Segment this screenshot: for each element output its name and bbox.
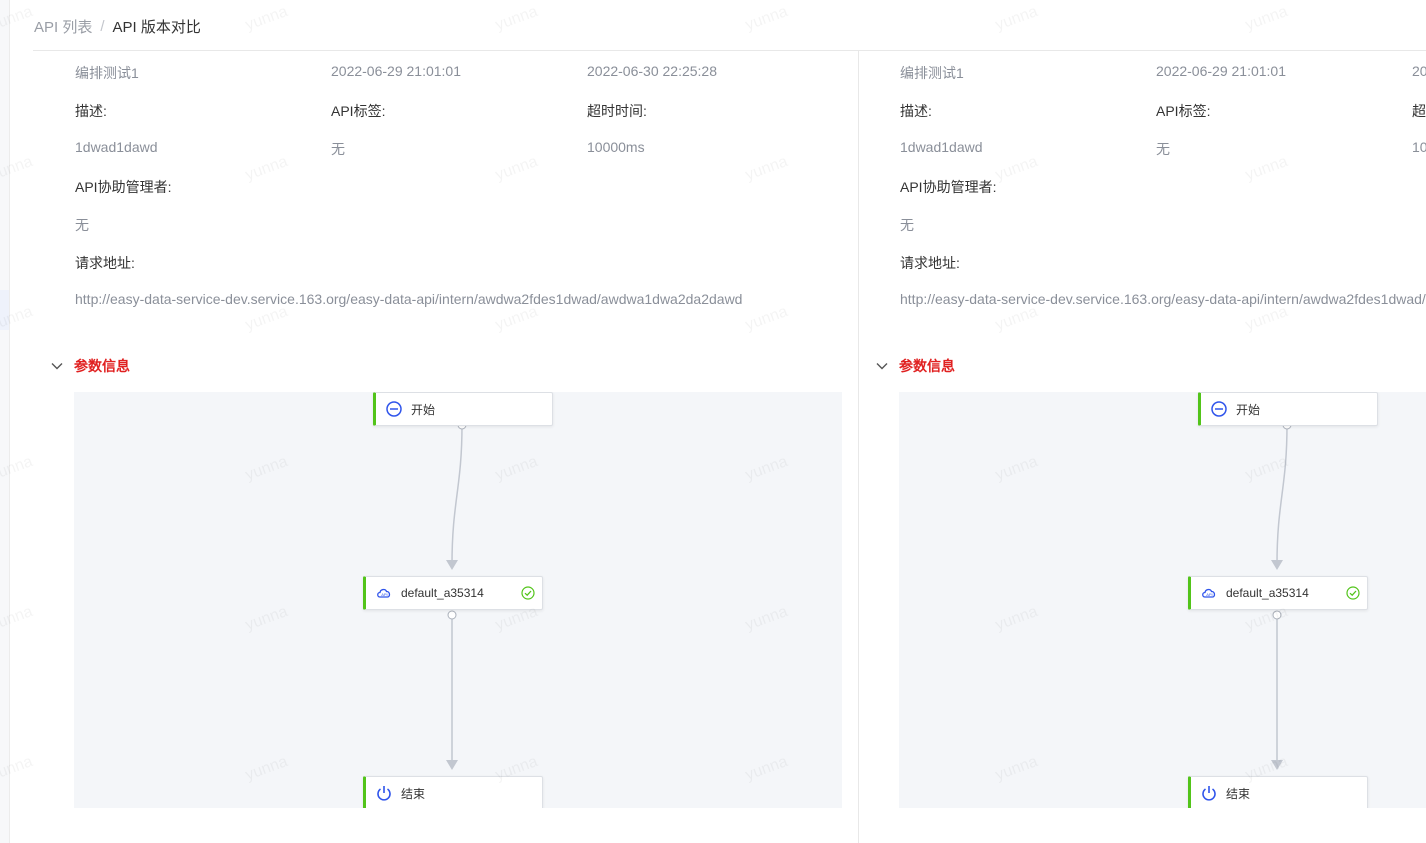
- updated-time: 2022-06-30 22:25:28: [587, 63, 717, 79]
- description-value: 1dwad1dawd: [75, 139, 158, 155]
- manager-label: API协助管理者:: [75, 179, 172, 195]
- request-url-value: http://easy-data-service-dev.service.163…: [75, 291, 743, 307]
- manager-label: API协助管理者:: [900, 179, 997, 195]
- flow-node-start[interactable]: 开始: [373, 392, 553, 426]
- watermark-text: yunna: [993, 3, 1040, 35]
- start-icon: [386, 401, 402, 417]
- flow-node-api-label: default_a35314: [401, 586, 484, 600]
- check-circle-icon: [521, 586, 535, 600]
- flow-node-start-label: 开始: [1236, 402, 1261, 417]
- panel-divider: [858, 51, 859, 843]
- check-circle-icon: [1346, 586, 1360, 600]
- param-info-title: 参数信息: [74, 358, 130, 374]
- api-tag-value: 无: [331, 141, 345, 157]
- param-info-title: 参数信息: [899, 358, 955, 374]
- description-label: 描述:: [900, 103, 932, 119]
- timeout-value: 10: [1412, 139, 1426, 155]
- timeout-label: 超: [1412, 103, 1426, 119]
- description-label: 描述:: [75, 103, 107, 119]
- watermark-text: yunna: [243, 3, 290, 35]
- flow-node-api-label: default_a35314: [1226, 586, 1309, 600]
- api-name: 编排测试1: [900, 65, 964, 81]
- watermark-text: yunna: [493, 3, 540, 35]
- svg-text:API: API: [1206, 592, 1212, 597]
- param-info-section-toggle[interactable]: 参数信息: [50, 356, 130, 376]
- watermark-text: yunna: [743, 3, 790, 35]
- api-tag-label: API标签:: [331, 103, 386, 119]
- power-icon: [377, 786, 391, 801]
- side-strip-highlight: [0, 290, 9, 330]
- flow-node-start-label: 开始: [411, 402, 436, 417]
- breadcrumb-api-list-link[interactable]: API 列表: [34, 16, 92, 37]
- flow-node-start[interactable]: 开始: [1198, 392, 1378, 426]
- created-time: 2022-06-29 21:01:01: [1156, 63, 1286, 79]
- api-name: 编排测试1: [75, 65, 139, 81]
- timeout-label: 超时时间:: [587, 103, 647, 119]
- chevron-down-icon: [876, 363, 888, 370]
- breadcrumb: API 列表 / API 版本对比: [34, 14, 201, 38]
- request-url-label: 请求地址:: [75, 255, 135, 271]
- flow-node-end[interactable]: 结束: [1188, 776, 1368, 808]
- flow-node-end-label: 结束: [1226, 786, 1251, 801]
- flow-node-end[interactable]: 结束: [363, 776, 543, 808]
- request-url-value: http://easy-data-service-dev.service.163…: [900, 291, 1426, 307]
- start-icon: [1211, 401, 1227, 417]
- power-icon: [1202, 786, 1216, 801]
- description-value: 1dwad1dawd: [900, 139, 983, 155]
- flow-node-api[interactable]: API default_a35314: [363, 576, 543, 610]
- watermark-text: yunna: [1243, 3, 1290, 35]
- flow-node-end-label: 结束: [401, 786, 426, 801]
- flow-node-api[interactable]: API default_a35314: [1188, 576, 1368, 610]
- left-side-strip: [0, 0, 10, 843]
- version-panel-right: 编排测试1 2022-06-29 21:01:01 20 描述: API标签: …: [867, 51, 1426, 843]
- svg-text:API: API: [381, 592, 387, 597]
- api-tag-value: 无: [1156, 141, 1170, 157]
- version-panel-left: 编排测试1 2022-06-29 21:01:01 2022-06-30 22:…: [42, 51, 842, 843]
- request-url-label: 请求地址:: [900, 255, 960, 271]
- breadcrumb-separator: /: [100, 17, 105, 35]
- param-info-section-toggle[interactable]: 参数信息: [875, 356, 955, 376]
- updated-time: 20: [1412, 63, 1426, 79]
- flow-canvas[interactable]: 开始 API default_a35314 结束: [74, 392, 842, 808]
- timeout-value: 10000ms: [587, 139, 645, 155]
- api-tag-label: API标签:: [1156, 103, 1211, 119]
- api-cloud-icon: API: [1202, 588, 1216, 598]
- flow-canvas[interactable]: 开始 API default_a35314 结束: [899, 392, 1426, 808]
- manager-value: 无: [900, 217, 914, 233]
- created-time: 2022-06-29 21:01:01: [331, 63, 461, 79]
- manager-value: 无: [75, 217, 89, 233]
- chevron-down-icon: [51, 363, 63, 370]
- breadcrumb-current-page: API 版本对比: [112, 18, 201, 36]
- api-cloud-icon: API: [377, 588, 391, 598]
